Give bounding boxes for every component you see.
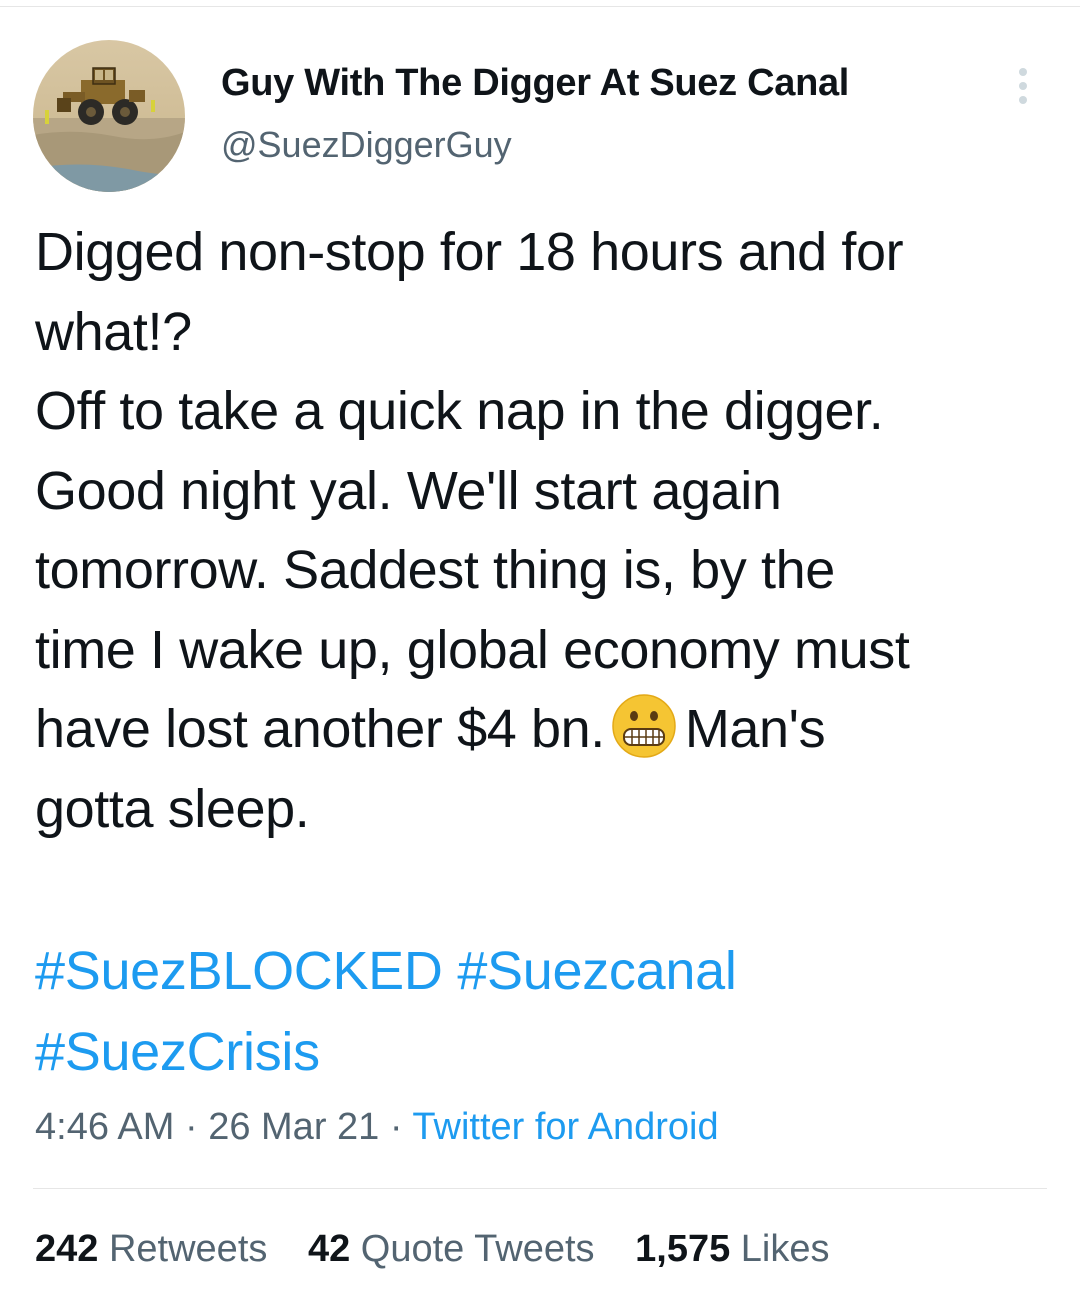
more-dot-icon xyxy=(1019,68,1027,76)
tweet-text-line: what!? xyxy=(35,301,192,362)
tweet-text-line: time I wake up, global economy must xyxy=(35,619,910,680)
quote-tweets-count: 42 xyxy=(307,1228,351,1270)
stats-divider xyxy=(33,1188,1047,1189)
hashtag-link[interactable]: #Suezcanal xyxy=(457,941,737,1001)
likes-stat[interactable]: 1,575 Likes xyxy=(635,1228,829,1271)
tweet-text-fragment: Man's xyxy=(684,699,826,759)
tweet-source-link[interactable]: Twitter for Android xyxy=(412,1106,718,1148)
more-dot-icon xyxy=(1019,96,1027,104)
author-display-name[interactable]: Guy With The Digger At Suez Canal xyxy=(221,62,849,105)
hashtag-link[interactable]: #SuezBLOCKED xyxy=(35,941,443,1001)
likes-count: 1,575 xyxy=(635,1228,731,1270)
meta-separator: · xyxy=(389,1106,403,1148)
hashtag-link[interactable]: #SuezCrisis xyxy=(35,1022,320,1082)
tweet-metadata: 4:46 AM · 26 Mar 21 · Twitter for Androi… xyxy=(35,1106,719,1149)
more-dot-icon xyxy=(1019,82,1027,90)
digger-photo-icon xyxy=(33,40,185,192)
tweet-date[interactable]: 26 Mar 21 xyxy=(208,1106,379,1148)
tweet-text-line: Good night yal. We'll start again xyxy=(35,460,782,521)
retweets-stat[interactable]: 242 Retweets xyxy=(35,1228,267,1271)
author-avatar[interactable] xyxy=(33,40,185,192)
more-options-button[interactable] xyxy=(1008,64,1038,108)
tweet-stats: 242 Retweets 42 Quote Tweets 1,575 Likes xyxy=(35,1228,860,1271)
hashtag-line: #SuezCrisis xyxy=(35,1012,737,1093)
tweet-time[interactable]: 4:46 AM xyxy=(35,1106,174,1148)
retweets-label: Retweets xyxy=(108,1228,268,1270)
meta-separator: · xyxy=(184,1106,198,1148)
hashtag-line: #SuezBLOCKED #Suezcanal xyxy=(35,931,737,1012)
likes-label: Likes xyxy=(740,1228,830,1270)
tweet-text-line: Off to take a quick nap in the digger. xyxy=(35,381,884,441)
author-handle[interactable]: @SuezDiggerGuy xyxy=(221,124,512,166)
tweet-text-fragment: have lost another $4 bn. xyxy=(35,699,605,759)
top-divider xyxy=(0,6,1080,7)
tweet-text-line: gotta sleep. xyxy=(35,778,310,839)
hashtags: #SuezBLOCKED #Suezcanal #SuezCrisis xyxy=(35,931,737,1093)
quote-tweets-stat[interactable]: 42 Quote Tweets xyxy=(308,1228,595,1271)
grimacing-face-icon xyxy=(611,693,677,759)
quote-tweets-label: Quote Tweets xyxy=(360,1228,595,1270)
tweet-text: Digged non-stop for 18 hours and for wha… xyxy=(35,213,1045,849)
tweet-text-line: tomorrow. Saddest thing is, by the xyxy=(35,540,835,600)
retweets-count: 242 xyxy=(35,1228,99,1270)
tweet-text-line-with-emoji: have lost another $4 bn. Man's xyxy=(35,690,1045,770)
tweet-text-line: Digged non-stop for 18 hours and for xyxy=(35,222,904,282)
